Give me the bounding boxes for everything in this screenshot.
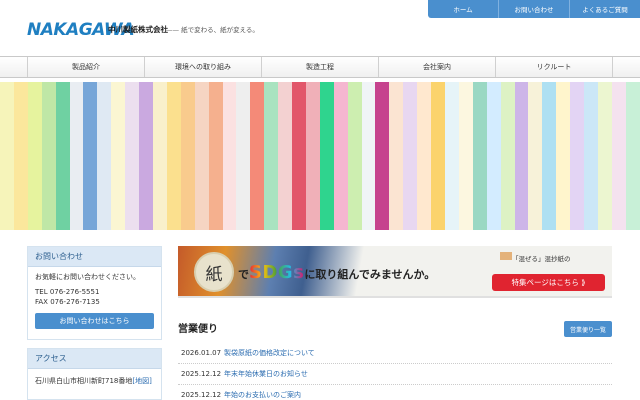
top-nav-faq[interactable]: よくあるご質問 (570, 0, 640, 18)
hero-stripe (514, 82, 529, 230)
hero-stripe (83, 82, 98, 230)
hero-stripe (111, 82, 126, 230)
access-box: アクセス 石川県白山市相川新町718番地[地図] (27, 348, 162, 400)
banner-kami-badge: 紙 (194, 252, 234, 292)
news-list: 2026.01.07 製袋原紙の価格改定について 2025.12.12 年末年始… (178, 343, 612, 400)
main-nav-products[interactable]: 製品紹介 (28, 57, 145, 77)
hero-stripe (611, 82, 626, 230)
hero-stripe (333, 82, 348, 230)
main-nav-recruit[interactable]: リクルート (496, 57, 613, 77)
contact-fax: FAX 076-276-7135 (35, 298, 100, 306)
banner-text-prefix: で (238, 268, 249, 281)
hero-stripe (584, 82, 598, 230)
contact-box: お問い合わせ お気軽にお問い合わせください。 TEL 076-276-5551 … (27, 246, 162, 340)
banner-kami-char: 紙 (205, 264, 223, 285)
banner-sdgs-text: SDGs (249, 262, 305, 283)
sdgs-banner[interactable]: 紙 でSDGsに取り組んでみませんか。 「混ぜる」混抄紙の 特集ページはこちら … (178, 246, 612, 298)
contact-tel: TEL 076-276-5551 (35, 288, 100, 296)
hero-stripe (500, 82, 515, 230)
hero-stripe (542, 82, 557, 230)
main-nav-company[interactable]: 会社案内 (379, 57, 496, 77)
news-link[interactable]: 年末年始休業日のお知らせ (224, 369, 308, 379)
hero-stripe (375, 82, 390, 230)
hero-stripe (125, 82, 140, 230)
hero-stripe (208, 82, 223, 230)
contact-button[interactable]: お問い合わせはこちら (35, 313, 154, 329)
hero-stripe (41, 82, 56, 230)
banner-caption: 「混ぜる」混抄紙の (512, 255, 571, 263)
company-name: 中川製紙株式会社 (108, 25, 168, 34)
hero-stripe (528, 82, 543, 230)
contact-box-body: お気軽にお問い合わせください。 TEL 076-276-5551 FAX 076… (28, 267, 161, 334)
hero-stripe (458, 82, 473, 230)
top-nav: ホーム お問い合わせ よくあるご質問 (428, 0, 640, 18)
main-nav-spacer (0, 57, 28, 77)
top-nav-contact[interactable]: お問い合わせ (499, 0, 570, 18)
hero-stripe (0, 82, 14, 230)
hero-stripe (55, 82, 70, 230)
hero-stripe (486, 82, 501, 230)
news-link[interactable]: 製袋原紙の価格改定について (224, 348, 315, 358)
contact-box-title: お問い合わせ (28, 247, 161, 267)
news-row: 2025.12.12 年末年始休業日のお知らせ (178, 364, 612, 385)
hero-color-stripes (0, 82, 640, 230)
hero-stripe (361, 82, 376, 230)
hero-stripe (139, 82, 153, 230)
hero-stripe (27, 82, 42, 230)
hero-stripe (319, 82, 334, 230)
hero-stripe (222, 82, 237, 230)
hero-stripe (97, 82, 112, 230)
news-title: 営業便り (178, 324, 218, 335)
tagline: —— 紙で変わる、紙が変える。 (166, 26, 259, 34)
news-all-button[interactable]: 営業便り一覧 (564, 321, 612, 337)
hero-stripe (166, 82, 181, 230)
contact-text: お気軽にお問い合わせください。 (35, 273, 140, 281)
access-address: 石川県白山市相川新町718番地 (35, 377, 133, 385)
news-row: 2026.01.07 製袋原紙の価格改定について (178, 343, 612, 364)
hero-stripe (403, 82, 418, 230)
hero-stripe (389, 82, 404, 230)
hero-stripe (597, 82, 612, 230)
map-link[interactable]: [地図] (132, 377, 151, 385)
news-date: 2026.01.07 (181, 349, 222, 357)
hero-stripe (292, 82, 306, 230)
banner-headline: でSDGsに取り組んでみませんか。 (238, 262, 435, 283)
hero-stripe (625, 82, 640, 230)
access-box-body: 石川県白山市相川新町718番地[地図] (28, 369, 161, 391)
hero-stripe (69, 82, 84, 230)
hero-stripe (250, 82, 265, 230)
feature-page-button[interactable]: 特集ページはこちら ⟫ (492, 274, 605, 291)
main-nav-environment[interactable]: 環境への取り組み (145, 57, 262, 77)
hero-stripe (194, 82, 209, 230)
hero-stripe (445, 82, 459, 230)
banner-paper-icon (500, 252, 512, 260)
hero-stripe (431, 82, 445, 230)
banner-text-suffix: に取り組んでみませんか。 (304, 268, 436, 281)
hero-stripe (278, 82, 293, 230)
hero-stripe (13, 82, 28, 230)
hero-stripe (180, 82, 195, 230)
main-nav-process[interactable]: 製造工程 (262, 57, 379, 77)
hero-stripe (347, 82, 362, 230)
top-nav-home[interactable]: ホーム (428, 0, 499, 18)
access-box-title: アクセス (28, 349, 161, 369)
hero-stripe (152, 82, 167, 230)
main-nav: 製品紹介 環境への取り組み 製造工程 会社案内 リクルート (0, 56, 640, 78)
hero-stripe (417, 82, 432, 230)
hero-stripe (570, 82, 585, 230)
news-link[interactable]: 年始のお支払いのご案内 (224, 390, 301, 400)
hero-stripe (264, 82, 279, 230)
hero-stripe (236, 82, 251, 230)
news-date: 2025.12.12 (181, 370, 222, 378)
main-nav-tail (613, 57, 640, 77)
hero-stripe (556, 82, 571, 230)
hero-stripe (305, 82, 320, 230)
news-date: 2025.12.12 (181, 391, 222, 399)
hero-stripe (472, 82, 487, 230)
news-row: 2025.12.12 年始のお支払いのご案内 (178, 385, 612, 400)
